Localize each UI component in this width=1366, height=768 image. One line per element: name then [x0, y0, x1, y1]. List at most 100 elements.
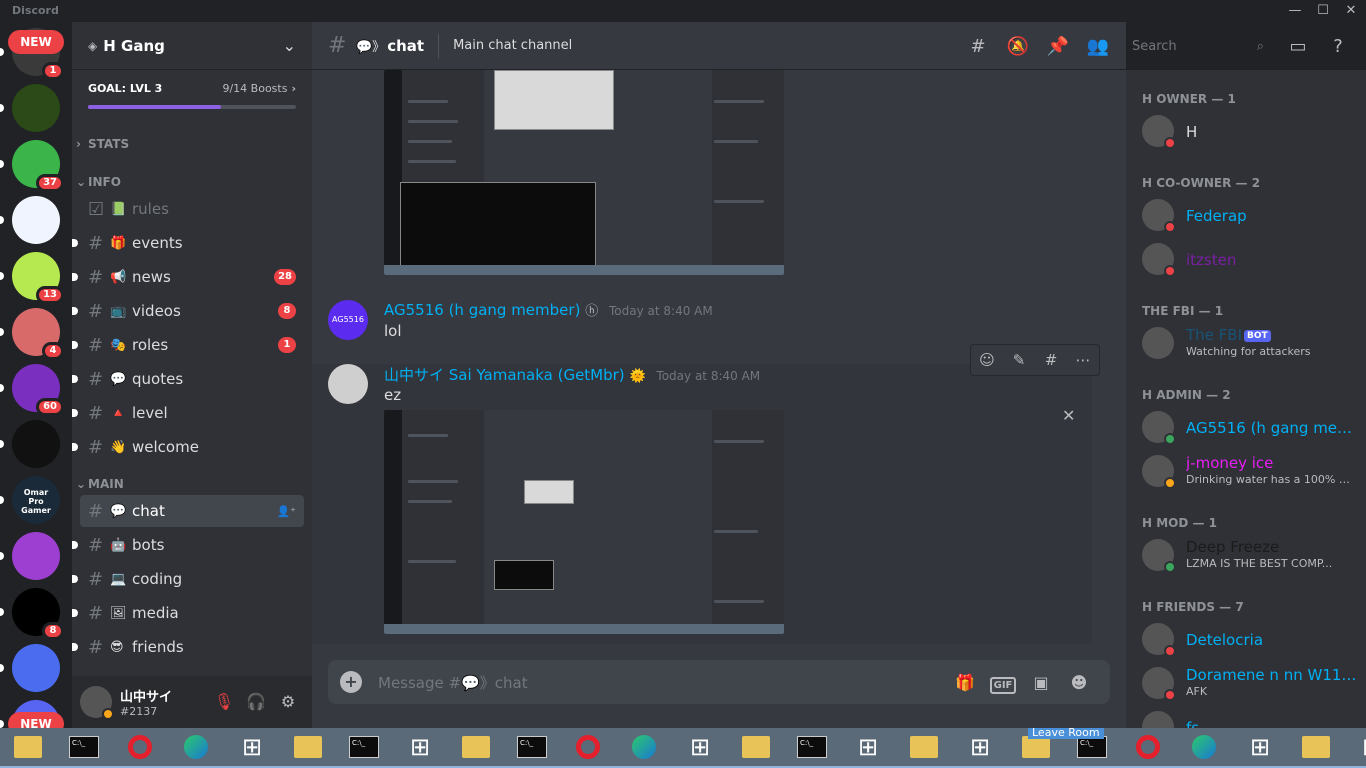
windows-start-icon[interactable]: ⊞ [672, 728, 728, 768]
file-explorer-icon[interactable] [1288, 728, 1344, 768]
category-info[interactable]: ⌄ INFO [72, 175, 312, 189]
file-explorer-icon[interactable] [728, 728, 784, 768]
server-icon[interactable]: 37 [12, 140, 64, 192]
more-icon[interactable]: ⋯ [1067, 345, 1099, 375]
message-input[interactable]: Message #💬》chat [378, 672, 946, 693]
boost-goal[interactable]: GOAL: LVL 3 9/14 Boosts › [72, 70, 312, 121]
server-icon[interactable]: Omar Pro Gamer [12, 476, 60, 524]
file-explorer-icon[interactable] [448, 728, 504, 768]
file-explorer-icon[interactable] [0, 728, 56, 768]
avatar[interactable] [80, 686, 114, 720]
inbox-icon[interactable]: ▭ [1278, 36, 1318, 57]
edge-icon[interactable] [1176, 728, 1232, 768]
message-composer[interactable]: + Message #💬》chat 🎁 GIF ▣ ☻ [328, 660, 1110, 704]
emoji-picker-icon[interactable]: ☻ [1060, 673, 1098, 692]
member-item[interactable]: Detelocria [1142, 618, 1358, 660]
threads-icon[interactable]: # [958, 36, 998, 57]
server-icon[interactable] [12, 196, 60, 244]
windows-start-icon[interactable]: ⊞ [224, 728, 280, 768]
member-item[interactable]: j-money ice Drinking water has a 100% mo.… [1142, 450, 1358, 492]
command-prompt-icon[interactable]: C:\_ [504, 728, 560, 768]
server-icon[interactable]: 13 [12, 252, 64, 304]
server-icon[interactable] [12, 532, 60, 580]
member-item[interactable]: AG5516 (h gang mem... [1142, 406, 1358, 448]
headphones-icon[interactable]: 🎧 [240, 686, 272, 718]
command-prompt-icon[interactable]: C:\_ [56, 728, 112, 768]
avatar[interactable]: AG5516 [328, 300, 368, 340]
leave-room-button[interactable]: Leave Room [1028, 728, 1104, 739]
new-unread-pill[interactable]: NEW [8, 30, 64, 54]
channel-friends[interactable]: # 😎 friends [72, 631, 304, 663]
server-icon[interactable] [12, 644, 60, 692]
member-item[interactable]: H [1142, 110, 1358, 152]
notification-mute-icon[interactable]: 🔕 [998, 36, 1038, 57]
server-icon[interactable]: 4 [12, 308, 64, 360]
image-attachment[interactable] [384, 70, 784, 275]
windows-start-icon[interactable]: ⊞ [840, 728, 896, 768]
close-button[interactable]: ✕ [1334, 0, 1366, 22]
guild-name: H Gang [103, 36, 165, 55]
pin-icon[interactable]: 📌 [1038, 36, 1078, 57]
command-prompt-icon[interactable]: C:\_ [336, 728, 392, 768]
chevron-down-icon[interactable]: ⌄ [283, 36, 296, 55]
channel-media[interactable]: # 🖼 media [72, 597, 304, 629]
server-icon[interactable] [12, 84, 60, 132]
channel-roles[interactable]: # 🎭 roles 1 [72, 329, 304, 361]
image-attachment[interactable] [384, 410, 784, 634]
windows-start-icon[interactable]: ⊞ [952, 728, 1008, 768]
member-list-icon[interactable]: 👥 [1078, 36, 1118, 57]
member-item[interactable]: fs [1142, 706, 1358, 728]
edit-icon[interactable]: ✎ [1003, 345, 1035, 375]
thread-icon[interactable]: # [1035, 345, 1067, 375]
opera-icon[interactable] [560, 728, 616, 768]
server-icon[interactable] [12, 420, 60, 468]
new-unread-pill[interactable]: NEW [8, 712, 64, 728]
invite-icon[interactable]: 👤⁺ [276, 505, 296, 518]
opera-icon[interactable] [112, 728, 168, 768]
hash-icon: # [88, 368, 104, 390]
channel-rules[interactable]: ☑ 📗 rules [80, 193, 304, 225]
category-main[interactable]: ⌄ MAIN [72, 477, 312, 491]
edge-icon[interactable] [616, 728, 672, 768]
channel-coding[interactable]: # 💻 coding [72, 563, 304, 595]
channel-level[interactable]: # 🔺 level [72, 397, 304, 429]
category-stats[interactable]: › STATS [72, 137, 312, 151]
avatar[interactable] [328, 364, 368, 404]
search-input[interactable]: Search ⌕ [1126, 34, 1270, 58]
member-item[interactable]: The FBI BOT Watching for attackers [1142, 322, 1358, 364]
file-explorer-icon[interactable] [280, 728, 336, 768]
sticker-icon[interactable]: ▣ [1022, 673, 1060, 692]
member-item[interactable]: itzsten [1142, 238, 1358, 280]
command-prompt-icon[interactable]: C:\_ [784, 728, 840, 768]
add-attachment-icon[interactable]: + [340, 671, 362, 693]
gift-icon[interactable]: 🎁 [946, 673, 984, 692]
member-item[interactable]: Deep Freeze LZMA IS THE BEST COMP... [1142, 534, 1358, 576]
edge-icon[interactable] [168, 728, 224, 768]
close-icon[interactable]: ✕ [1062, 406, 1075, 425]
channel-welcome[interactable]: # 👋 welcome [72, 431, 304, 463]
windows-start-icon[interactable]: ⊞ [1344, 728, 1366, 768]
windows-start-icon[interactable]: ⊞ [392, 728, 448, 768]
channel-videos[interactable]: # 📺 videos 8 [72, 295, 304, 327]
message-author[interactable]: AG5516 (h gang member) [384, 301, 580, 319]
help-icon[interactable]: ? [1318, 36, 1358, 57]
channel-bots[interactable]: # 🤖 bots [72, 529, 304, 561]
member-item[interactable]: Doramene n nn W11 U... AFK [1142, 662, 1358, 704]
guild-header[interactable]: ◈ H Gang ⌄ [72, 22, 312, 70]
gear-icon[interactable]: ⚙ [272, 686, 304, 718]
server-icon[interactable]: 60 [12, 364, 64, 416]
channel-news[interactable]: # 📢 news 28 [72, 261, 304, 293]
gif-button[interactable]: GIF [984, 673, 1022, 694]
channel-quotes[interactable]: # 💬 quotes [72, 363, 304, 395]
mic-muted-icon[interactable]: 🎙 [208, 686, 240, 718]
member-item[interactable]: Federap [1142, 194, 1358, 236]
windows-start-icon[interactable]: ⊞ [1232, 728, 1288, 768]
opera-icon[interactable] [1120, 728, 1176, 768]
message-author[interactable]: 山中サイ Sai Yamanaka (GetMbr) [384, 366, 625, 384]
add-reaction-icon[interactable]: ☺ [971, 345, 1003, 375]
file-explorer-icon[interactable] [896, 728, 952, 768]
channel-chat[interactable]: # 💬 chat 👤⁺ [80, 495, 304, 527]
unread-indicator [72, 541, 78, 549]
server-icon[interactable]: 8 [12, 588, 64, 640]
channel-events[interactable]: # 🎁 events [72, 227, 304, 259]
